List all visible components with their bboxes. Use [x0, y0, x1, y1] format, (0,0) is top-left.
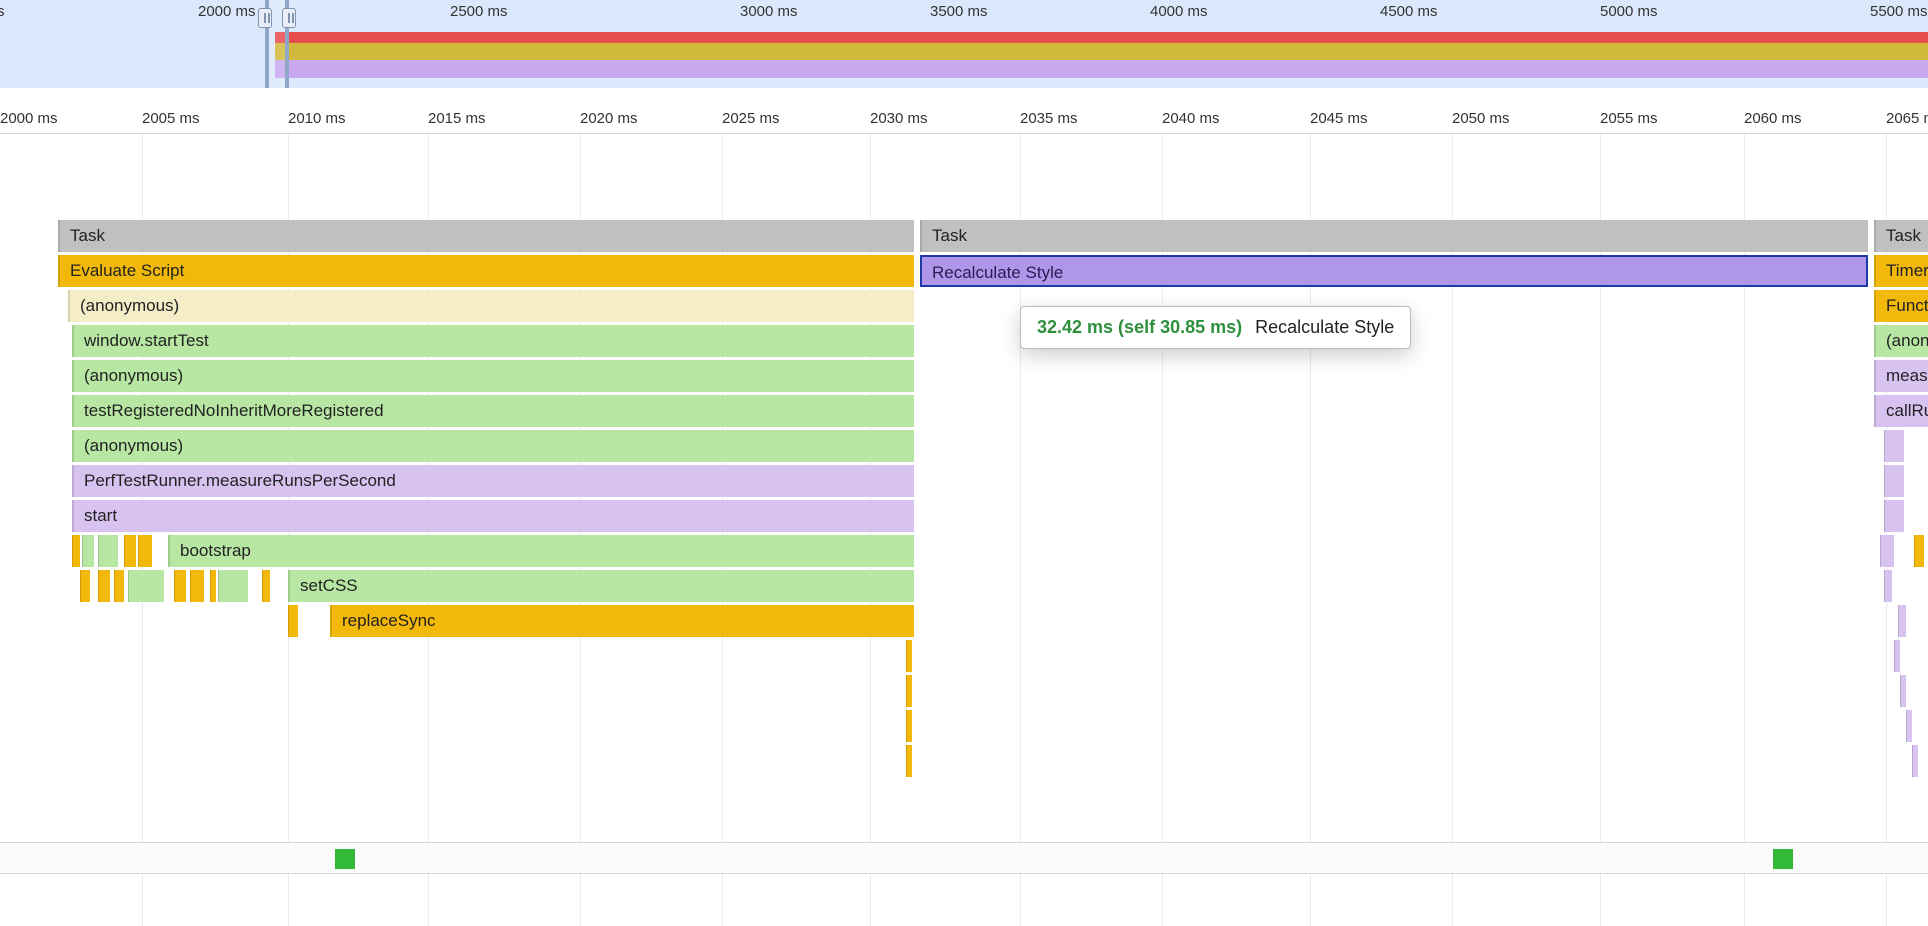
flame-segment[interactable]: (anonymous)	[72, 360, 914, 392]
detail-tick: 2005 ms	[142, 110, 200, 127]
detail-tick: 2015 ms	[428, 110, 486, 127]
flame-segment[interactable]	[288, 605, 298, 637]
flame-segment[interactable]	[262, 570, 270, 602]
flame-segment[interactable]	[1880, 535, 1894, 567]
flame-segment[interactable]: testRegisteredNoInheritMoreRegistered	[72, 395, 914, 427]
flame-segment[interactable]: (anony	[1874, 325, 1928, 357]
flame-segment[interactable]	[1884, 570, 1892, 602]
flame-segment[interactable]: setCSS	[288, 570, 914, 602]
flame-segment[interactable]	[1900, 675, 1906, 707]
overview-band-rendering	[275, 60, 1928, 78]
overview-tick: 5000 ms	[1600, 3, 1658, 20]
flame-segment[interactable]	[218, 570, 248, 602]
detail-tick: 2045 ms	[1310, 110, 1368, 127]
flame-segment[interactable]	[72, 535, 80, 567]
flame-segment[interactable]	[174, 570, 186, 602]
flame-segment[interactable]: Evaluate Script	[58, 255, 914, 287]
flame-segment[interactable]	[1912, 745, 1918, 777]
flame-segment[interactable]	[98, 535, 118, 567]
flame-segment[interactable]: Task	[1874, 220, 1928, 252]
detail-tick: 2025 ms	[722, 110, 780, 127]
detail-tick: 2035 ms	[1020, 110, 1078, 127]
flame-segment[interactable]: PerfTestRunner.measureRunsPerSecond	[72, 465, 914, 497]
detail-tick: 2020 ms	[580, 110, 638, 127]
flame-segment[interactable]: bootstrap	[168, 535, 914, 567]
flame-segment[interactable]	[128, 570, 164, 602]
flame-segment[interactable]	[138, 535, 152, 567]
flame-segment[interactable]: (anonymous)	[68, 290, 914, 322]
hover-tooltip: 32.42 ms (self 30.85 ms) Recalculate Sty…	[1020, 306, 1411, 349]
flame-segment[interactable]	[82, 535, 94, 567]
tooltip-time: 32.42 ms (self 30.85 ms)	[1037, 317, 1242, 337]
overview-tick: 2500 ms	[450, 3, 508, 20]
flame-segment[interactable]	[1914, 535, 1924, 567]
flame-segment[interactable]: callRu	[1874, 395, 1928, 427]
tooltip-name: Recalculate Style	[1255, 317, 1394, 337]
overview-tick: 2000 ms	[198, 3, 256, 20]
flame-segment[interactable]	[1884, 465, 1904, 497]
detail-tick: 2060 ms	[1744, 110, 1802, 127]
flame-segment[interactable]: measu	[1874, 360, 1928, 392]
detail-tick: 2065 ms	[1886, 110, 1928, 127]
flame-segment[interactable]: start	[72, 500, 914, 532]
overview-band-scripting	[275, 43, 1928, 60]
flame-segment[interactable]	[1884, 500, 1904, 532]
flame-segment[interactable]: Task	[58, 220, 914, 252]
detail-tick: 2040 ms	[1162, 110, 1220, 127]
flame-segment[interactable]	[1884, 430, 1904, 462]
flame-segment[interactable]	[1894, 640, 1900, 672]
flame-segment[interactable]	[1898, 605, 1906, 637]
detail-ruler[interactable]: 2000 ms 2005 ms 2010 ms 2015 ms 2020 ms 2025 …	[0, 106, 1928, 134]
flame-segment[interactable]	[906, 710, 912, 742]
overview-tick: 3000 ms	[740, 3, 798, 20]
detail-tick: 2010 ms	[288, 110, 346, 127]
flame-segment[interactable]: Functio	[1874, 290, 1928, 322]
overview-band-loading	[275, 32, 1928, 43]
overview-tick: 4000 ms	[1150, 3, 1208, 20]
flame-segment[interactable]: window.startTest	[72, 325, 914, 357]
flame-segment[interactable]	[210, 570, 216, 602]
frame-marker[interactable]	[1773, 849, 1793, 869]
marker-strip	[0, 842, 1928, 874]
flame-segment[interactable]	[906, 745, 912, 777]
flame-segment[interactable]	[906, 675, 912, 707]
detail-tick: 2000 ms	[0, 110, 58, 127]
overview-activity	[275, 32, 1928, 80]
overview-handle-right[interactable]	[282, 8, 296, 28]
flame-segment[interactable]	[114, 570, 124, 602]
flame-chart[interactable]: TaskTaskTaskEvaluate ScriptRecalculate S…	[58, 220, 1928, 780]
overview-tick: 3500 ms	[930, 3, 988, 20]
frame-marker[interactable]	[335, 849, 355, 869]
flame-segment[interactable]: Timer F	[1874, 255, 1928, 287]
recalculate-style-segment[interactable]: Recalculate Style	[920, 255, 1868, 287]
flame-segment[interactable]	[80, 570, 90, 602]
detail-tick: 2055 ms	[1600, 110, 1658, 127]
detail-tick: 2050 ms	[1452, 110, 1510, 127]
overview-handle-left[interactable]	[258, 8, 272, 28]
overview-tick: 0 ms	[0, 3, 5, 20]
flame-segment[interactable]: (anonymous)	[72, 430, 914, 462]
flame-segment[interactable]: replaceSync	[330, 605, 914, 637]
flame-segment[interactable]: Task	[920, 220, 1868, 252]
overview-tick: 5500 ms	[1870, 3, 1928, 20]
flame-segment[interactable]	[98, 570, 110, 602]
timeline-overview[interactable]: 0 ms 2000 ms 2500 ms 3000 ms 3500 ms 4000 ms 4…	[0, 0, 1928, 88]
flame-segment[interactable]	[1906, 710, 1912, 742]
flame-segment[interactable]	[906, 640, 912, 672]
flame-segment[interactable]	[190, 570, 204, 602]
overview-tick: 4500 ms	[1380, 3, 1438, 20]
flame-segment[interactable]	[124, 535, 136, 567]
detail-tick: 2030 ms	[870, 110, 928, 127]
